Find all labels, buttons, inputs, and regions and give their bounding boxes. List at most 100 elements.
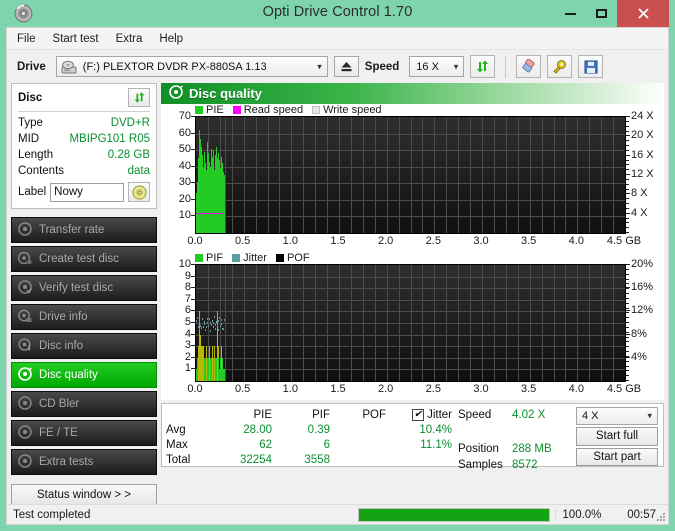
disc-label-button[interactable]	[128, 182, 150, 202]
y2-axis-tick-label: 16 X	[631, 148, 654, 161]
menu-extra[interactable]: Extra	[116, 33, 143, 45]
y2-axis-minor-tick	[626, 207, 629, 209]
jitter-line-segment	[207, 321, 209, 324]
jitter-line-segment	[206, 326, 207, 329]
disc-label-input[interactable]: Nowy	[50, 182, 124, 202]
drive-label: Drive	[17, 60, 46, 73]
y2-axis-tick-label: 20%	[631, 258, 654, 270]
disc-icon	[18, 221, 32, 239]
cell-avg-pif: 0.39	[307, 423, 330, 436]
pie-chart[interactable]: PIE Read speed Write speed 10 20 30 40 50 60 7…	[161, 104, 664, 252]
sidebar-item-extra-tests[interactable]: Extra tests	[11, 449, 157, 475]
maximize-button[interactable]	[586, 0, 617, 27]
readout-key: Speed	[458, 409, 492, 421]
disc-refresh-button[interactable]	[128, 88, 150, 107]
disc-row-key: Length	[18, 149, 54, 161]
cell-max-pie: 62	[259, 438, 272, 451]
app-window: Opti Drive Control 1.70 File Start test …	[0, 0, 675, 531]
row-header-total: Total	[166, 453, 191, 466]
y2-axis-minor-tick	[626, 307, 629, 309]
menu-help[interactable]: Help	[159, 33, 183, 45]
y-axis-tick-label: 10	[178, 209, 191, 222]
sidebar-item-create-test-disc[interactable]: Create test disc	[11, 246, 157, 272]
menu-start-test[interactable]: Start test	[53, 33, 99, 45]
cd-disc-icon	[131, 184, 147, 200]
jitter-line-segment	[218, 319, 220, 322]
jitter-line-segment	[200, 327, 202, 330]
y-axis-tick-label: 50	[178, 143, 191, 156]
pie-chart-plot-area	[195, 116, 626, 234]
sidebar-item-fe-te[interactable]: FE / TE	[11, 420, 157, 446]
cell-avg-jitter: 10.4%	[419, 423, 452, 436]
sidebar-item-drive-info[interactable]: Drive info	[11, 304, 157, 330]
close-button[interactable]	[617, 0, 669, 27]
y2-axis-minor-tick	[626, 135, 629, 137]
x-axis-tick-label: 0.5	[235, 235, 251, 247]
pie-chart-x-axis: 0.0 0.5 1.0 1.5 2.0 2.5 3.0 3.5 4.0 4.5 GB	[187, 234, 641, 252]
disc-icon	[18, 395, 32, 413]
menu-file[interactable]: File	[17, 33, 36, 45]
disc-quality-icon	[18, 366, 32, 384]
cursor-line	[224, 117, 226, 233]
legend-label: Read speed	[243, 104, 304, 116]
start-part-button[interactable]: Start part	[576, 447, 658, 466]
readout-key: Samples	[458, 459, 503, 471]
sidebar-item-verify-test-disc[interactable]: Verify test disc	[11, 275, 157, 301]
y2-axis-minor-tick	[626, 302, 629, 304]
start-full-button[interactable]: Start full	[576, 427, 658, 446]
y2-axis-tick-label: 4 X	[631, 206, 648, 219]
y2-axis-minor-tick	[626, 365, 629, 367]
pif-chart[interactable]: PIF Jitter POF 1 2 3 4 5 6 7 8 9 10 4% 8% 12% 1	[161, 252, 664, 400]
legend-swatch-pif	[195, 254, 203, 262]
y2-axis-minor-tick	[626, 149, 629, 151]
table-row: Avg 28.00 0.39 10.4%	[166, 422, 454, 437]
row-header-max: Max	[166, 438, 188, 451]
y2-axis-minor-tick	[626, 268, 629, 270]
main-panel: Disc quality PIE Read speed Write speed …	[161, 83, 664, 503]
gridline-horizontal	[196, 183, 625, 185]
sidebar-item-cd-bler[interactable]: CD Bler	[11, 391, 157, 417]
status-window-button[interactable]: Status window > >	[11, 484, 157, 506]
readout-value: 288 MB	[512, 443, 552, 455]
cell-total-pie: 32254	[240, 453, 272, 466]
jitter-line-segment	[199, 320, 201, 323]
y-axis-tick-label: 70	[178, 110, 191, 122]
disc-row-value: MBIPG101 R05	[69, 133, 150, 145]
drive-select[interactable]: (F:) PLEXTOR DVDR PX-880SA 1.13 ▾	[55, 56, 328, 78]
y2-axis-minor-tick	[626, 169, 629, 171]
legend-item-pie: PIE	[195, 104, 224, 116]
drive-icon	[61, 60, 77, 78]
sidebar-item-transfer-rate[interactable]: Transfer rate	[11, 217, 157, 243]
sidebar-item-disc-quality[interactable]: Disc quality	[11, 362, 157, 388]
x-axis-tick-label: 4.5 GB	[606, 235, 642, 247]
readout-value: 4.02 X	[512, 409, 546, 421]
minimize-button[interactable]	[555, 0, 586, 27]
test-speed-select[interactable]: 4 X ▾	[576, 407, 658, 426]
resize-grip-icon[interactable]	[656, 512, 666, 522]
refresh-button[interactable]	[470, 55, 496, 78]
jitter-checkbox[interactable]: ✔	[412, 408, 425, 421]
sidebar-item-disc-info[interactable]: Disc info	[11, 333, 157, 359]
speed-select[interactable]: 16 X ▾	[409, 56, 465, 77]
disc-info-title: Disc	[18, 91, 43, 104]
cell-max-pif: 6	[323, 438, 330, 451]
readout-position: Position 288 MB	[458, 441, 576, 457]
progress-bar-fill	[358, 508, 550, 521]
refresh-icon	[134, 92, 144, 103]
save-button[interactable]	[578, 55, 604, 78]
x-axis-tick-label: 0.0	[187, 235, 203, 247]
eject-button[interactable]	[333, 56, 359, 77]
x-axis-tick-label: 3.0	[473, 383, 489, 395]
speed-label: Speed	[364, 60, 400, 73]
settings-button[interactable]	[547, 55, 573, 78]
legend-swatch-read-speed	[232, 106, 241, 114]
y2-axis-minor-tick	[626, 370, 629, 372]
gridline-horizontal	[196, 299, 625, 301]
legend-swatch-write-speed	[312, 106, 321, 114]
pif-chart-plot-area	[195, 264, 626, 382]
erase-button[interactable]	[516, 55, 542, 78]
sidebar-item-label: FE / TE	[39, 427, 78, 439]
page-title: Disc quality	[189, 86, 262, 101]
y2-axis-minor-tick	[626, 212, 629, 214]
y2-axis-minor-tick	[626, 159, 629, 161]
